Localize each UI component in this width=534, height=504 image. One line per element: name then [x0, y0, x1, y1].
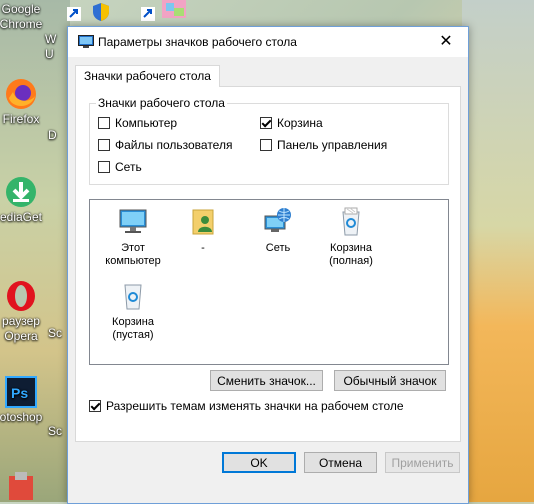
- desktop-icon-mediaget[interactable]: ediaGet: [0, 176, 56, 225]
- icon-item-label: компьютер: [105, 255, 161, 267]
- checkbox-label: Корзина: [277, 116, 323, 130]
- checkbox-label: Панель управления: [277, 138, 388, 152]
- svg-text:Ps: Ps: [11, 385, 28, 401]
- ok-button[interactable]: OK: [222, 452, 296, 473]
- icon-item-this-pc[interactable]: Этот компьютер: [98, 206, 168, 268]
- tab-panel: Значки рабочего стола Компьютер Корзина …: [75, 86, 461, 442]
- desktop-icon-firefox[interactable]: Firefox: [0, 78, 56, 127]
- icon-item-label: (пустая): [112, 329, 154, 341]
- icon-item-user[interactable]: -: [168, 206, 238, 255]
- window-title: Параметры значков рабочего стола: [98, 35, 297, 49]
- icon-item-label: Корзина: [330, 242, 372, 254]
- checkbox-box: [98, 117, 110, 129]
- checkbox-label: Файлы пользователя: [115, 138, 233, 152]
- checkbox-network[interactable]: Сеть: [98, 160, 142, 174]
- checkbox-box-checked: [260, 117, 272, 129]
- checkbox-box: [260, 139, 272, 151]
- desktop-partial-label: D: [48, 128, 57, 142]
- icon-item-network[interactable]: Сеть: [243, 206, 313, 255]
- tab-desktop-icons[interactable]: Значки рабочего стола: [75, 65, 220, 87]
- shortcut-icon: [141, 7, 155, 21]
- desktop-icon-photoshop[interactable]: Ps otoshop: [0, 376, 56, 425]
- desktop-icon-label: Firefox: [2, 112, 40, 126]
- group-title: Значки рабочего стола: [96, 96, 227, 110]
- cancel-button[interactable]: Отмена: [304, 452, 377, 473]
- desktop-icons-group: Значки рабочего стола Компьютер Корзина …: [89, 96, 449, 185]
- desktop-icon-partial[interactable]: [0, 470, 56, 504]
- checkbox-label: Компьютер: [115, 116, 178, 130]
- checkbox-box: [98, 161, 110, 173]
- desktop-icon-label: Chrome: [0, 17, 43, 31]
- shortcut-icon: [67, 7, 81, 21]
- checkbox-computer[interactable]: Компьютер: [98, 116, 177, 130]
- monitor-icon: [78, 35, 94, 48]
- checkbox-recycle-bin[interactable]: Корзина: [260, 116, 323, 130]
- title-bar[interactable]: Параметры значков рабочего стола ✕: [68, 27, 468, 57]
- download-icon: [6, 177, 36, 207]
- network-icon: [264, 208, 291, 232]
- checkbox-box-checked: [89, 400, 101, 412]
- recycle-bin-full-icon: [342, 207, 360, 236]
- icon-item-label: -: [201, 242, 205, 254]
- checkbox-box: [98, 139, 110, 151]
- default-icon-button[interactable]: Обычный значок: [334, 370, 446, 391]
- icon-item-recycle-bin-full[interactable]: Корзина (полная): [316, 206, 386, 268]
- desktop-icon-settings-dialog: Параметры значков рабочего стола ✕ Значк…: [67, 26, 469, 504]
- checkbox-label: Сеть: [115, 160, 142, 174]
- desktop-photo-icon[interactable]: [160, 0, 190, 26]
- desktop-background-right: [462, 0, 534, 502]
- desktop-icon-label: Google: [1, 2, 41, 16]
- desktop-partial-label: U: [45, 47, 54, 61]
- checkbox-user-files[interactable]: Файлы пользователя: [98, 138, 232, 152]
- checkbox-label: Разрешить темам изменять значки на рабоч…: [106, 399, 404, 413]
- icon-item-label: Сеть: [265, 242, 291, 254]
- apply-button[interactable]: Применить: [385, 452, 460, 473]
- desktop-partial-label: W: [45, 32, 57, 46]
- desktop-icon-label: otoshop: [0, 410, 43, 424]
- firefox-icon: [6, 79, 36, 109]
- desktop-icon-label: ediaGet: [0, 210, 43, 224]
- checkbox-allow-themes[interactable]: Разрешить темам изменять значки на рабоч…: [89, 399, 404, 413]
- icon-item-label: Этот: [121, 242, 145, 254]
- icon-list[interactable]: Этот компьютер - Сеть Корзина (полная) К…: [89, 199, 449, 365]
- close-button[interactable]: ✕: [424, 27, 468, 57]
- change-icon-button[interactable]: Сменить значок...: [210, 370, 323, 391]
- shield-icon: [93, 3, 109, 21]
- icon-item-recycle-bin-empty[interactable]: Корзина (пустая): [98, 280, 168, 342]
- computer-icon: [119, 209, 147, 233]
- close-icon: ✕: [439, 33, 453, 50]
- photoshop-icon: Ps: [5, 376, 37, 408]
- desktop-partial-label: Sc: [48, 326, 63, 340]
- desktop-icon-chrome[interactable]: Google Chrome: [0, 2, 56, 32]
- user-folder-icon: [192, 209, 214, 235]
- icon-item-label: Корзина: [112, 316, 154, 328]
- icon-item-label: (полная): [329, 255, 373, 267]
- desktop-partial-label: Sc: [48, 424, 63, 438]
- recycle-bin-empty-icon: [124, 284, 142, 310]
- desktop-shield-icon[interactable]: [92, 2, 112, 28]
- opera-icon: [7, 281, 35, 311]
- checkbox-control-panel[interactable]: Панель управления: [260, 138, 387, 152]
- image-icon: [162, 0, 186, 18]
- app-icon: [9, 472, 33, 500]
